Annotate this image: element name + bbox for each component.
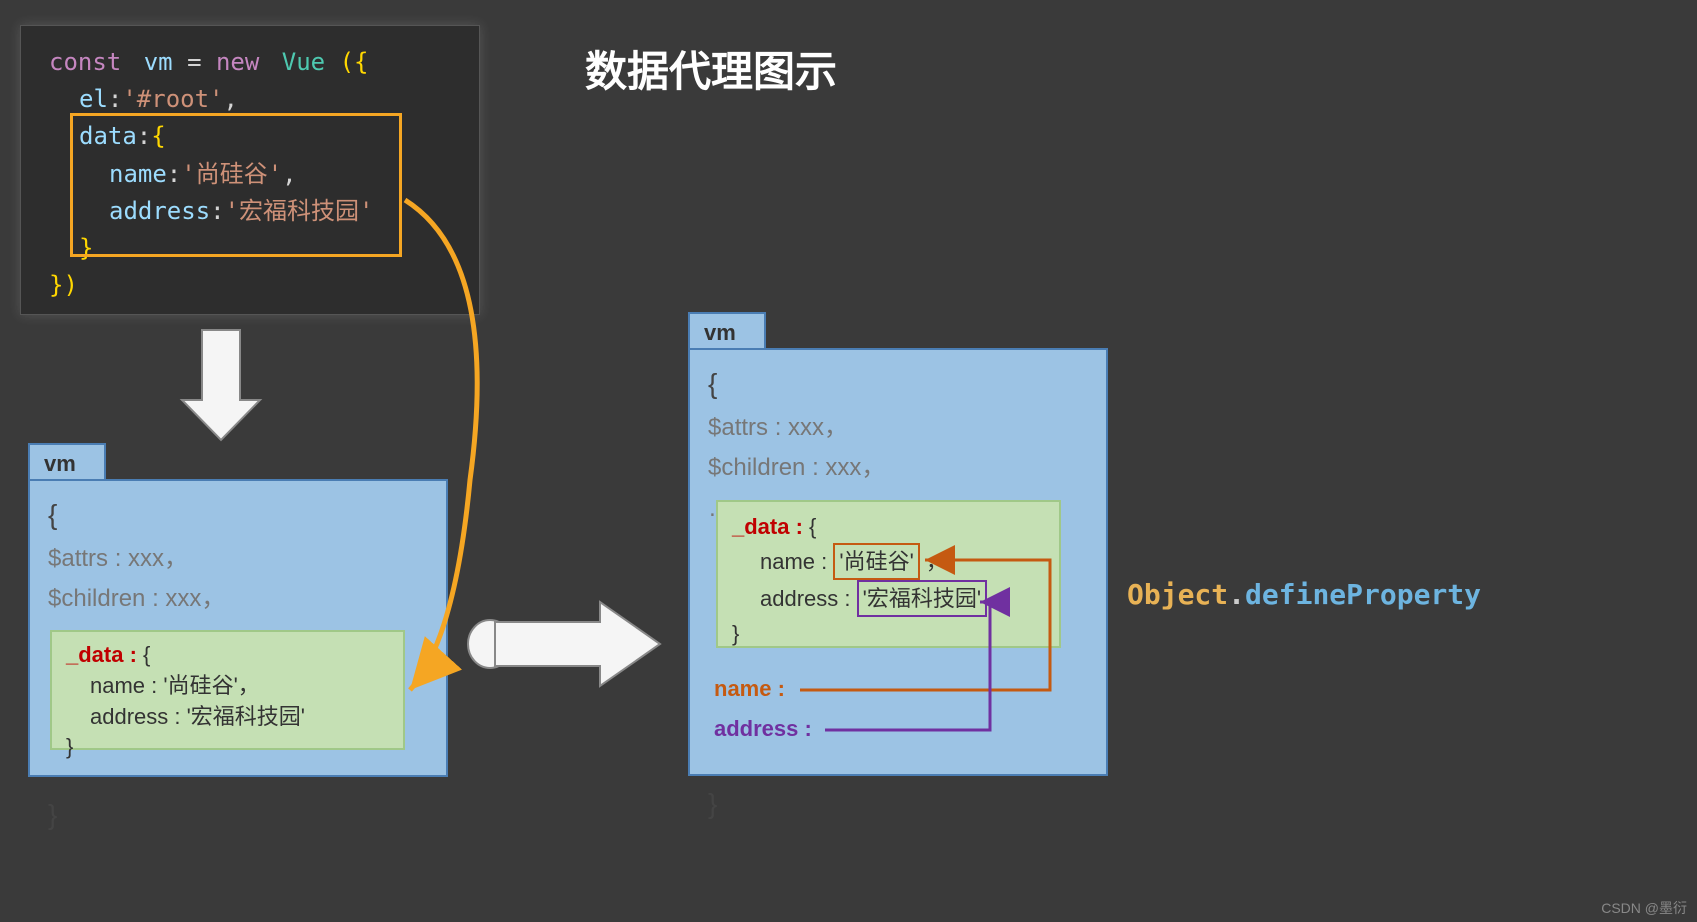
var-vm: vm bbox=[144, 48, 173, 76]
data-name-val-right: '尚硅谷' bbox=[833, 543, 919, 580]
data-addr-key-right: address : bbox=[760, 586, 851, 611]
brace-close: }) bbox=[49, 271, 78, 299]
down-arrow-icon bbox=[182, 330, 260, 440]
data-name-line-left: name : '尚硅谷'， bbox=[66, 671, 389, 702]
data-close-right: } bbox=[732, 617, 1045, 650]
dot-text: . bbox=[1228, 578, 1245, 611]
vm-children-right: $children : xxx， bbox=[708, 448, 1088, 489]
diagram-title: 数据代理图示 bbox=[585, 38, 837, 99]
keyword-new: new bbox=[216, 48, 259, 76]
vm-attrs-right: $attrs : xxx， bbox=[708, 408, 1088, 449]
data-highlight-box bbox=[70, 113, 402, 257]
brace-close-right: } bbox=[708, 780, 1088, 828]
data-addr-line-left: address : '宏福科技园' bbox=[66, 702, 389, 733]
op-eq: = bbox=[187, 48, 216, 76]
object-text: Object bbox=[1127, 578, 1228, 611]
defineproperty-text: defineProperty bbox=[1245, 578, 1481, 611]
brace-close-left: } bbox=[48, 791, 428, 839]
proxy-name-label: name : bbox=[714, 676, 785, 702]
vm-attrs-left: $attrs : xxx， bbox=[48, 539, 428, 580]
data-label-left: _data : bbox=[66, 642, 143, 667]
val-el: '#root' bbox=[122, 85, 223, 113]
proxy-address-label: address : bbox=[714, 716, 812, 742]
define-property-label: Object.defineProperty bbox=[1127, 578, 1481, 611]
brace-open-left: { bbox=[48, 491, 428, 539]
prop-el: el bbox=[79, 85, 108, 113]
watermark: CSDN @墨衍 bbox=[1601, 898, 1687, 918]
class-vue: Vue bbox=[282, 48, 325, 76]
data-box-left: _data : { name : '尚硅谷'， address : '宏福科技园… bbox=[50, 630, 405, 750]
vm-children-left: $children : xxx， bbox=[48, 579, 428, 620]
data-close-left: } bbox=[66, 732, 389, 763]
vm-right-tab: vm bbox=[688, 312, 766, 350]
vm-left-tab: vm bbox=[28, 443, 106, 481]
brace-open: ({ bbox=[340, 48, 369, 76]
data-addr-val-right: '宏福科技园' bbox=[857, 580, 987, 617]
keyword-const: const bbox=[49, 48, 121, 76]
data-label-right: _data : bbox=[732, 514, 809, 539]
right-arrow-icon bbox=[468, 602, 660, 686]
data-name-key-right: name : bbox=[760, 549, 827, 574]
brace-open-right: { bbox=[708, 360, 1088, 408]
data-box-right: _data : { name : '尚硅谷' ， address : '宏福科技… bbox=[716, 500, 1061, 648]
